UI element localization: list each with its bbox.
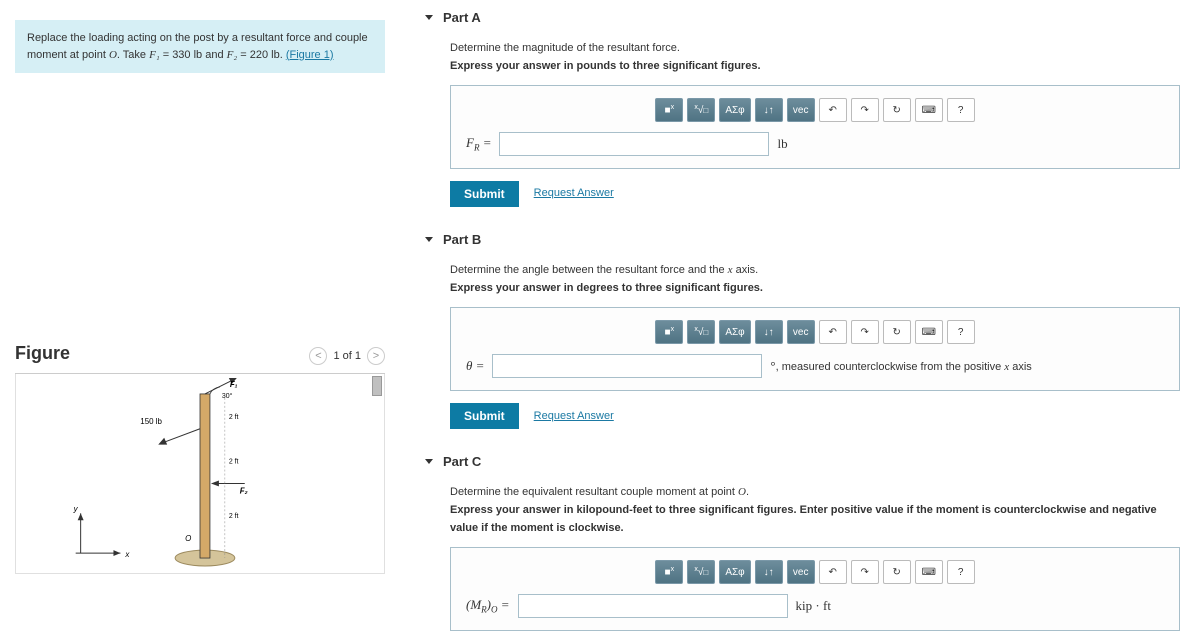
part-instruction: Express your answer in kilopound-feet to… [450,502,1180,537]
answer-box: ■x x√□ ΑΣφ ↓↑ vec ↶ ↷ ↻ ⌨ ? (MR)O = kip … [450,547,1180,631]
vec-button[interactable]: vec [787,560,815,584]
part-instruction: Express your answer in pounds to three s… [450,58,1180,76]
problem-statement: Replace the loading acting on the post b… [15,20,385,73]
part-header[interactable]: Part C [425,444,1180,479]
svg-text:F₂: F₂ [240,486,248,495]
reset-button[interactable]: ↻ [883,560,911,584]
keyboard-button[interactable]: ⌨ [915,98,943,122]
answer-input[interactable] [518,594,788,618]
figure-link[interactable]: (Figure 1) [286,49,334,61]
part-title: Part B [443,232,481,247]
answer-input[interactable] [499,132,769,156]
vec-button[interactable]: vec [787,320,815,344]
undo-button[interactable]: ↶ [819,560,847,584]
svg-text:2 ft: 2 ft [229,414,239,421]
keyboard-button[interactable]: ⌨ [915,320,943,344]
root-button[interactable]: x√□ [687,560,715,584]
undo-button[interactable]: ↶ [819,320,847,344]
redo-button[interactable]: ↷ [851,98,879,122]
part-prompt: Determine the magnitude of the resultant… [450,40,1180,58]
submit-button[interactable]: Submit [450,403,519,429]
answer-box: ■x x√□ ΑΣφ ↓↑ vec ↶ ↷ ↻ ⌨ ? FR = lb [450,85,1180,169]
request-answer-link[interactable]: Request Answer [534,185,614,203]
svg-text:30°: 30° [222,392,233,400]
part-header[interactable]: Part B [425,222,1180,257]
help-button[interactable]: ? [947,560,975,584]
redo-button[interactable]: ↷ [851,320,879,344]
figure-prev-button[interactable]: < [309,347,327,365]
part-header[interactable]: Part A [425,0,1180,35]
svg-text:x: x [124,550,130,559]
reset-button[interactable]: ↻ [883,98,911,122]
part-instruction: Express your answer in degrees to three … [450,280,1180,298]
arrows-button[interactable]: ↓↑ [755,560,783,584]
variable-label: (MR)O = [466,595,510,617]
vec-button[interactable]: vec [787,98,815,122]
part-title: Part C [443,454,481,469]
part-title: Part A [443,10,481,25]
arrows-button[interactable]: ↓↑ [755,320,783,344]
figure-image: x y O F₁ 30° 150 lb F₂ 2 ft [15,374,385,574]
unit-label: kip · ft [796,596,831,617]
svg-text:150 lb: 150 lb [140,417,162,426]
figure-title: Figure [15,343,70,364]
equation-toolbar: ■x x√□ ΑΣφ ↓↑ vec ↶ ↷ ↻ ⌨ ? [466,98,1164,122]
greek-button[interactable]: ΑΣφ [719,98,750,122]
svg-text:F₁: F₁ [230,380,238,389]
reset-button[interactable]: ↻ [883,320,911,344]
equation-toolbar: ■x x√□ ΑΣφ ↓↑ vec ↶ ↷ ↻ ⌨ ? [466,560,1164,584]
request-answer-link[interactable]: Request Answer [534,408,614,426]
part-prompt: Determine the equivalent resultant coupl… [450,484,1180,502]
templates-button[interactable]: ■x [655,560,683,584]
variable-label: FR = [466,133,491,155]
greek-button[interactable]: ΑΣφ [719,320,750,344]
help-button[interactable]: ? [947,98,975,122]
scrollbar-thumb[interactable] [372,376,382,396]
caret-down-icon [425,237,433,242]
arrows-button[interactable]: ↓↑ [755,98,783,122]
svg-text:2 ft: 2 ft [229,513,239,520]
templates-button[interactable]: ■x [655,320,683,344]
root-button[interactable]: x√□ [687,320,715,344]
unit-label: °, measured counterclockwise from the po… [770,356,1031,377]
svg-text:y: y [73,504,79,513]
help-button[interactable]: ? [947,320,975,344]
undo-button[interactable]: ↶ [819,98,847,122]
keyboard-button[interactable]: ⌨ [915,560,943,584]
answer-box: ■x x√□ ΑΣφ ↓↑ vec ↶ ↷ ↻ ⌨ ? θ = °, measu… [450,307,1180,391]
svg-text:O: O [185,534,191,543]
svg-text:2 ft: 2 ft [229,459,239,466]
figure-page-indicator: 1 of 1 [333,350,361,362]
unit-label: lb [777,134,787,155]
root-button[interactable]: x√□ [687,98,715,122]
submit-button[interactable]: Submit [450,181,519,207]
equation-toolbar: ■x x√□ ΑΣφ ↓↑ vec ↶ ↷ ↻ ⌨ ? [466,320,1164,344]
part-prompt: Determine the angle between the resultan… [450,262,1180,280]
templates-button[interactable]: ■x [655,98,683,122]
caret-down-icon [425,15,433,20]
figure-next-button[interactable]: > [367,347,385,365]
variable-label: θ = [466,356,484,377]
redo-button[interactable]: ↷ [851,560,879,584]
greek-button[interactable]: ΑΣφ [719,560,750,584]
caret-down-icon [425,459,433,464]
answer-input[interactable] [492,354,762,378]
